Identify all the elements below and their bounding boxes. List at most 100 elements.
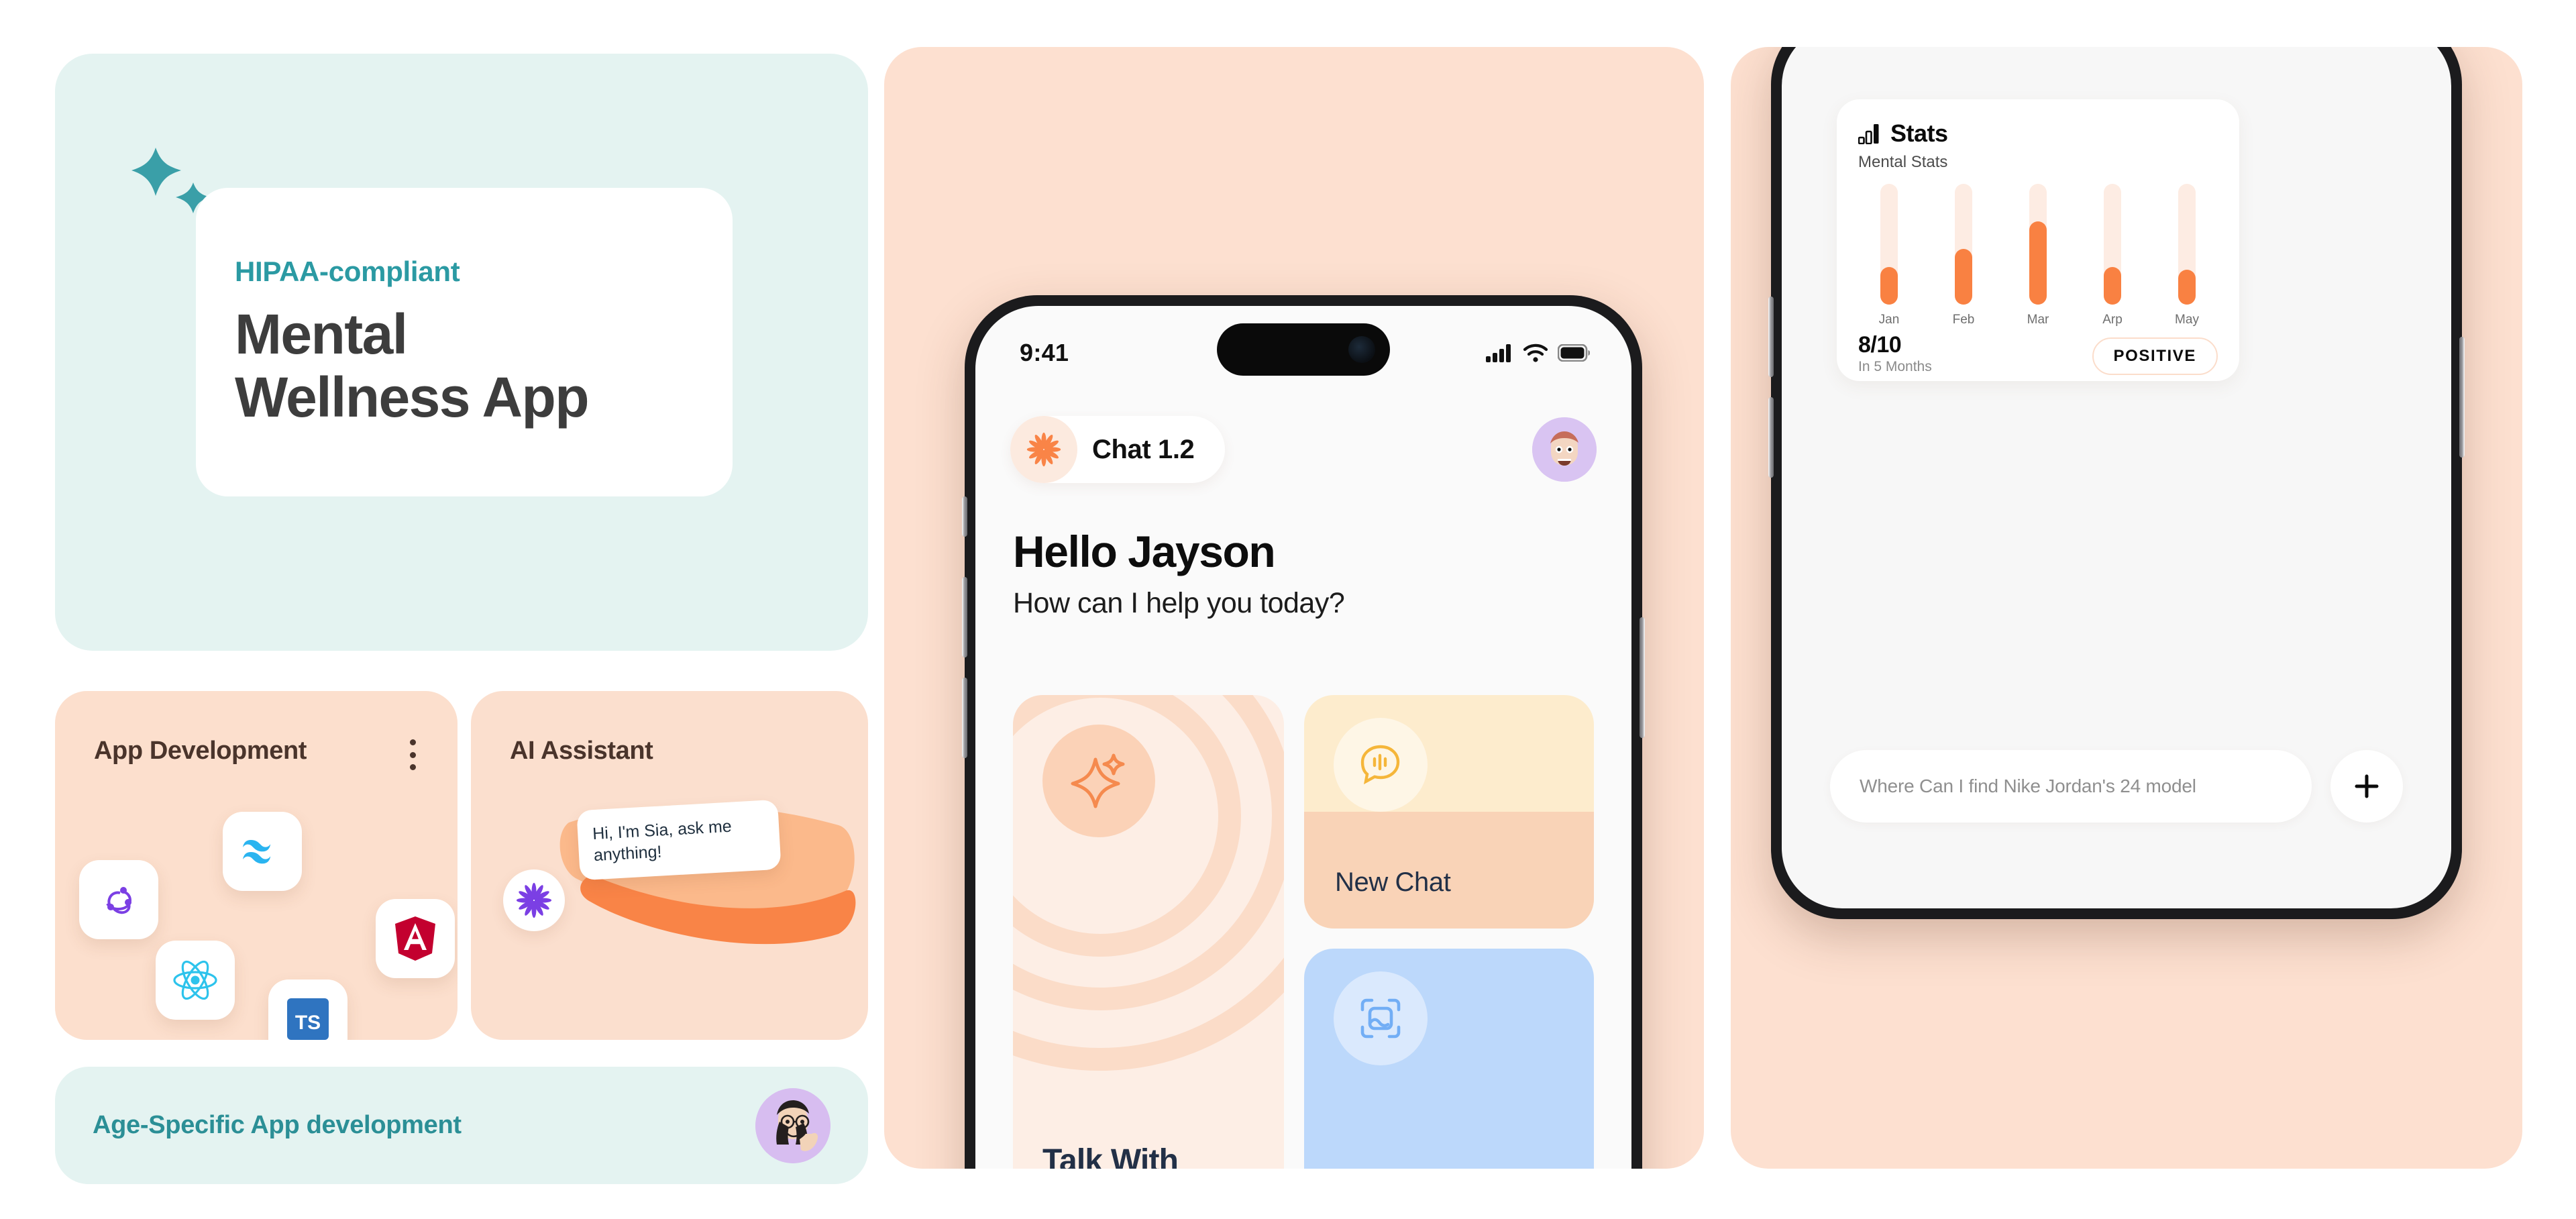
wifi-icon (1523, 343, 1548, 362)
search-input-text: Where Can I find Nike Jordan's 24 model (1860, 776, 2196, 796)
bar-fill (1955, 249, 1972, 305)
phone-volume-down-button[interactable] (1768, 397, 1774, 478)
chat-version-label: Chat 1.2 (1092, 434, 1195, 464)
bar-label: May (2175, 313, 2199, 327)
redux-icon (79, 860, 158, 939)
stats-footer: 8/10 In 5 Months POSITIVE (1858, 332, 2218, 376)
screenshot-stage: HIPAA-compliant Mental Wellness App App … (0, 0, 2576, 1219)
phone-volume-up-button[interactable] (962, 577, 967, 657)
hero-inner-card: HIPAA-compliant Mental Wellness App (196, 188, 733, 496)
action-tiles: Talk With New Chat (1013, 695, 1594, 1169)
bar-track (2029, 184, 2047, 305)
bar-fill (2104, 267, 2121, 305)
tile-talk-with-label: Talk With (1042, 1143, 1179, 1169)
bar-label: Mar (2027, 313, 2049, 327)
ai-message-bubble: Hi, I'm Sia, ask me anything! (576, 799, 782, 881)
voice-bubble-icon (1334, 718, 1428, 812)
dynamic-island (1217, 323, 1390, 376)
stats-title: Stats (1890, 119, 1948, 147)
sparkle-icon (1042, 725, 1155, 837)
flower-burst-icon (503, 869, 565, 931)
angular-icon (376, 899, 455, 978)
phone-screen-right: Stats Mental Stats Jan Feb Mar Arp May 8… (1782, 47, 2451, 908)
phone-power-button[interactable] (2459, 337, 2465, 458)
bar-column: Feb (1943, 184, 1984, 327)
composer-row: Where Can I find Nike Jordan's 24 model (1830, 750, 2403, 823)
phone-volume-down-button[interactable] (962, 678, 967, 758)
phone-volume-up-button[interactable] (1768, 297, 1774, 377)
bar-track (1955, 184, 1972, 305)
bar-fill (1880, 267, 1898, 305)
tile-new-chat-label: New Chat (1335, 867, 1451, 897)
chat-version-pill[interactable]: Chat 1.2 (1010, 416, 1226, 483)
tile-column: New Chat (1304, 695, 1594, 1169)
flower-burst-icon (1010, 416, 1077, 483)
bar-column: May (2167, 184, 2207, 327)
hero-card: HIPAA-compliant Mental Wellness App (55, 54, 868, 651)
age-specific-label: Age-Specific App development (93, 1111, 462, 1139)
left-column: HIPAA-compliant Mental Wellness App App … (55, 54, 868, 1184)
search-input[interactable]: Where Can I find Nike Jordan's 24 model (1830, 750, 2312, 823)
stats-score-block: 8/10 In 5 Months (1858, 332, 1932, 375)
cellular-signal-icon (1486, 344, 1511, 362)
app-development-title: App Development (94, 737, 307, 765)
battery-icon (1558, 344, 1590, 362)
tailwind-icon (223, 812, 302, 891)
bar-column: Mar (2018, 184, 2058, 327)
phone-power-button[interactable] (1640, 617, 1645, 738)
stats-score-caption: In 5 Months (1858, 359, 1932, 375)
page-title: Mental Wellness App (235, 303, 694, 429)
stats-card[interactable]: Stats Mental Stats Jan Feb Mar Arp May 8… (1837, 99, 2239, 381)
add-button[interactable] (2330, 750, 2403, 823)
bar-chart-icon (1858, 124, 1879, 144)
tile-scan[interactable] (1304, 949, 1594, 1169)
ai-message-text: Hi, I'm Sia, ask me anything! (592, 816, 733, 865)
typescript-icon: TS (268, 979, 347, 1040)
tile-new-chat[interactable]: New Chat (1304, 695, 1594, 929)
bar-fill (2178, 269, 2196, 305)
right-showcase-panel: Stats Mental Stats Jan Feb Mar Arp May 8… (1731, 47, 2522, 1169)
ai-assistant-title: AI Assistant (510, 737, 653, 765)
phone-device-middle: 9:41 Chat 1.2 Hello Jayson How can I hel… (962, 295, 1645, 1169)
phone-device-right: Stats Mental Stats Jan Feb Mar Arp May 8… (1768, 47, 2465, 919)
phone-mute-switch[interactable] (962, 496, 967, 537)
bar-track (2104, 184, 2121, 305)
stats-subtitle: Mental Stats (1858, 153, 1948, 171)
scan-image-icon (1334, 971, 1428, 1065)
bar-label: Feb (1952, 313, 1975, 327)
hero-title-line1: Mental (235, 302, 408, 366)
phone-screen-middle: 9:41 Chat 1.2 Hello Jayson How can I hel… (975, 306, 1631, 1169)
ai-assistant-card[interactable]: AI Assistant Hi, I'm Sia, ask me anythin… (471, 691, 868, 1040)
stats-score: 8/10 (1858, 332, 1902, 358)
middle-showcase-panel: 9:41 Chat 1.2 Hello Jayson How can I hel… (884, 47, 1704, 1169)
bar-label: Arp (2102, 313, 2123, 327)
mid-card-row: App Development TS AI Assistant Hi, I'm … (55, 691, 868, 1040)
bar-column: Arp (2092, 184, 2133, 327)
chat-header: Chat 1.2 (1010, 415, 1597, 484)
age-specific-bar[interactable]: Age-Specific App development (55, 1067, 868, 1184)
status-badge: POSITIVE (2092, 337, 2218, 376)
status-indicators (1485, 343, 1590, 363)
greeting-title: Hello Jayson (1013, 527, 1276, 576)
plus-icon (2355, 774, 2379, 798)
hero-eyebrow: HIPAA-compliant (235, 255, 460, 287)
memoji-thumbsup-avatar (755, 1088, 830, 1163)
bar-column: Jan (1869, 184, 1909, 327)
status-bar: 9:41 (975, 306, 1631, 381)
svg-text:TS: TS (295, 1012, 321, 1034)
hero-title-line2: Wellness App (235, 366, 590, 429)
bar-track (1880, 184, 1898, 305)
kebab-menu-icon[interactable] (409, 739, 416, 770)
status-time: 9:41 (1020, 339, 1069, 366)
bar-label: Jan (1878, 313, 1900, 327)
react-icon (156, 941, 235, 1020)
stats-header: Stats (1858, 119, 2218, 148)
app-development-card[interactable]: App Development TS (55, 691, 458, 1040)
stats-bar-chart: Jan Feb Mar Arp May (1858, 178, 2218, 327)
bar-fill (2029, 221, 2047, 305)
bar-track (2178, 184, 2196, 305)
greeting-block: Hello Jayson How can I help you today? (1013, 527, 1345, 620)
tile-talk-with[interactable]: Talk With (1013, 695, 1284, 1169)
memoji-avatar[interactable] (1532, 417, 1597, 482)
greeting-subtitle: How can I help you today? (1013, 586, 1345, 619)
